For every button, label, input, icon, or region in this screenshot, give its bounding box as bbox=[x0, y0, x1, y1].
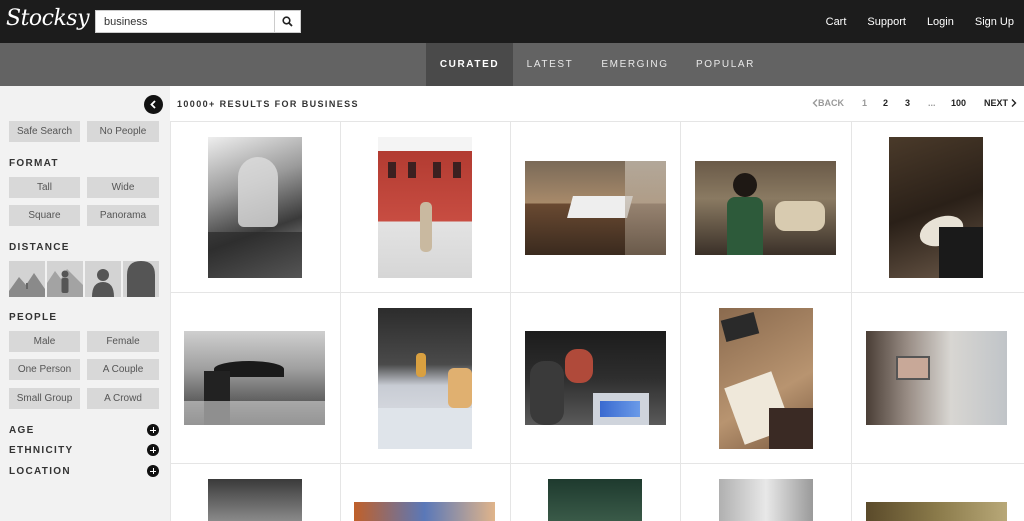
photo-result[interactable] bbox=[866, 502, 1007, 521]
photo-result[interactable] bbox=[525, 161, 666, 255]
close-up-glyph bbox=[127, 261, 155, 297]
photo-result[interactable] bbox=[378, 308, 472, 449]
photo-result[interactable] bbox=[548, 479, 642, 521]
people-a-couple[interactable]: A Couple bbox=[87, 359, 159, 380]
grid-divider bbox=[680, 121, 681, 521]
photo-result[interactable] bbox=[208, 137, 302, 278]
pager-page-2[interactable]: 2 bbox=[883, 98, 888, 108]
people-small-group[interactable]: Small Group bbox=[9, 388, 80, 409]
photo-result[interactable] bbox=[378, 137, 472, 278]
search-box bbox=[95, 10, 301, 33]
photo-result[interactable] bbox=[866, 331, 1007, 425]
people-one-person[interactable]: One Person bbox=[9, 359, 80, 380]
signup-link[interactable]: Sign Up bbox=[975, 16, 1014, 28]
expand-location-icon[interactable] bbox=[147, 465, 159, 477]
filter-sidebar: Safe Search No People FORMAT Tall Wide S… bbox=[0, 86, 170, 521]
format-tall[interactable]: Tall bbox=[9, 177, 80, 198]
grid-divider bbox=[340, 121, 341, 521]
chevron-left-icon bbox=[150, 100, 156, 109]
pager-page-3[interactable]: 3 bbox=[905, 98, 910, 108]
safe-search-toggle[interactable]: Safe Search bbox=[9, 121, 80, 142]
chevron-right-icon bbox=[1011, 99, 1017, 107]
collapse-sidebar-button[interactable] bbox=[144, 95, 163, 114]
age-heading[interactable]: AGE bbox=[9, 425, 35, 436]
tab-curated[interactable]: CURATED bbox=[426, 43, 513, 86]
photo-result[interactable] bbox=[354, 502, 495, 521]
location-heading[interactable]: LOCATION bbox=[9, 466, 71, 477]
distance-heading: DISTANCE bbox=[9, 242, 70, 253]
pager-page-1[interactable]: 1 bbox=[862, 98, 867, 108]
half-body-glyph bbox=[92, 269, 114, 297]
search-input[interactable] bbox=[96, 11, 275, 32]
stocksy-logo[interactable]: Stocksy bbox=[6, 6, 90, 31]
pager-next-label: NEXT bbox=[984, 98, 1009, 108]
pager-page-100[interactable]: 100 bbox=[951, 98, 966, 108]
expand-age-icon[interactable] bbox=[147, 424, 159, 436]
grid-divider bbox=[170, 292, 1024, 293]
distance-full-body-icon[interactable] bbox=[47, 261, 83, 297]
pager-next-button[interactable]: NEXT bbox=[984, 98, 1017, 108]
format-wide[interactable]: Wide bbox=[87, 177, 159, 198]
photo-result[interactable] bbox=[889, 137, 983, 278]
people-heading: PEOPLE bbox=[9, 312, 58, 323]
photo-result[interactable] bbox=[719, 308, 813, 449]
search-icon bbox=[282, 16, 293, 27]
people-a-crowd[interactable]: A Crowd bbox=[87, 388, 159, 409]
full-body-glyph bbox=[47, 269, 83, 297]
pager-ellipsis: ... bbox=[928, 98, 936, 108]
no-people-toggle[interactable]: No People bbox=[87, 121, 159, 142]
results-count-title: 10000+ RESULTS FOR BUSINESS bbox=[177, 99, 359, 109]
format-square[interactable]: Square bbox=[9, 205, 80, 226]
login-link[interactable]: Login bbox=[927, 16, 954, 28]
search-button[interactable] bbox=[274, 11, 300, 32]
top-bar: Stocksy Cart Support Login Sign Up bbox=[0, 0, 1024, 43]
tab-latest[interactable]: LATEST bbox=[513, 43, 587, 86]
landscape-glyph bbox=[9, 273, 45, 297]
photo-result[interactable] bbox=[525, 331, 666, 425]
ethnicity-heading[interactable]: ETHNICITY bbox=[9, 445, 73, 456]
people-male[interactable]: Male bbox=[9, 331, 80, 352]
distance-half-body-icon[interactable] bbox=[85, 261, 121, 297]
grid-divider bbox=[170, 121, 1024, 122]
photo-result[interactable] bbox=[719, 479, 813, 521]
tab-popular[interactable]: POPULAR bbox=[683, 43, 768, 86]
top-nav: Cart Support Login Sign Up bbox=[826, 0, 1014, 43]
grid-divider bbox=[170, 463, 1024, 464]
support-link[interactable]: Support bbox=[867, 16, 906, 28]
photo-result[interactable] bbox=[208, 479, 302, 521]
people-female[interactable]: Female bbox=[87, 331, 159, 352]
grid-divider bbox=[851, 121, 852, 521]
pager-back-label: BACK bbox=[818, 98, 844, 108]
grid-divider bbox=[510, 121, 511, 521]
expand-ethnicity-icon[interactable] bbox=[147, 444, 159, 456]
format-heading: FORMAT bbox=[9, 158, 59, 169]
distance-close-up-icon[interactable] bbox=[123, 261, 159, 297]
category-tabs: CURATED LATEST EMERGING POPULAR bbox=[0, 43, 1024, 86]
pager-back-button[interactable]: BACK bbox=[812, 98, 844, 108]
distance-landscape-icon[interactable] bbox=[9, 261, 45, 297]
photo-result[interactable] bbox=[695, 161, 836, 255]
format-panorama[interactable]: Panorama bbox=[87, 205, 159, 226]
photo-result[interactable] bbox=[184, 331, 325, 425]
results-grid bbox=[170, 121, 1024, 521]
tab-emerging[interactable]: EMERGING bbox=[587, 43, 683, 86]
cart-link[interactable]: Cart bbox=[826, 16, 847, 28]
grid-divider bbox=[170, 121, 171, 521]
